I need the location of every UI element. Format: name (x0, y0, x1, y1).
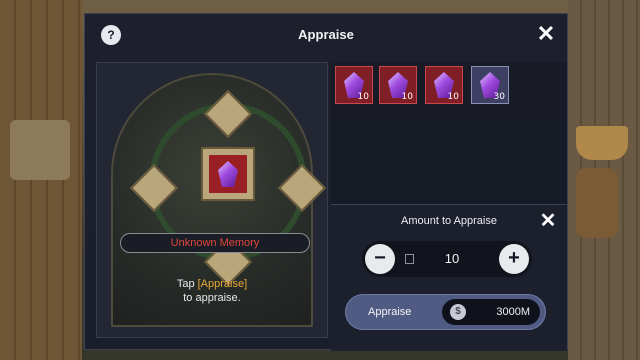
cost-display: $ 3000M (442, 299, 540, 325)
slot-quantity: 10 (357, 92, 369, 102)
calculator-icon[interactable] (405, 254, 414, 264)
item-display-panel: Unknown Memory Tap [Appraise] to apprais… (96, 62, 328, 338)
close-dialog-button[interactable]: ✕ (535, 23, 557, 45)
item-slot-frame (201, 147, 255, 201)
quantity-stepper: − 10 + (362, 241, 532, 277)
basket-decoration (576, 126, 628, 160)
close-amount-button[interactable]: ✕ (538, 211, 558, 231)
amount-title: Amount to Appraise (400, 215, 497, 227)
background-left (0, 0, 82, 360)
slot-quantity: 10 (447, 92, 459, 102)
slot-quantity: 10 (401, 92, 413, 102)
silver-coin-icon: $ (450, 304, 466, 320)
purple-crystal-icon (218, 161, 238, 187)
increase-button[interactable]: + (499, 244, 529, 274)
barrel-decoration (576, 168, 618, 238)
slot-quantity: 30 (493, 92, 505, 102)
selected-item[interactable] (209, 155, 247, 193)
dialog-title: Appraise (298, 27, 354, 42)
amount-panel: Amount to Appraise ✕ − 10 + Appraise $ 3… (331, 204, 567, 351)
item-name-label: Unknown Memory (120, 233, 310, 253)
inventory-slot[interactable]: 10 (335, 66, 373, 104)
cost-value: 3000M (496, 306, 530, 318)
crates-decoration (10, 120, 70, 180)
quantity-value[interactable]: 10 (422, 241, 482, 277)
inventory-slot[interactable]: 30 (471, 66, 509, 104)
help-icon[interactable]: ? (101, 25, 121, 45)
hint-line2: to appraise. (183, 292, 241, 304)
background-right (568, 0, 640, 360)
appraise-button[interactable]: Appraise $ 3000M (345, 294, 546, 330)
dialog-header: Appraise ? ✕ (85, 14, 567, 56)
appraise-button-label: Appraise (368, 306, 412, 318)
decrease-button[interactable]: − (365, 244, 395, 274)
hint-button-ref: [Appraise] (197, 278, 248, 290)
appraise-hint: Tap [Appraise] to appraise. (97, 277, 327, 305)
hint-tap: Tap (176, 278, 198, 290)
inventory-slot[interactable]: 10 (425, 66, 463, 104)
inventory-slot[interactable]: 10 (379, 66, 417, 104)
appraise-dialog: Appraise ? ✕ Unknown Memory Tap [Apprais… (84, 13, 568, 351)
